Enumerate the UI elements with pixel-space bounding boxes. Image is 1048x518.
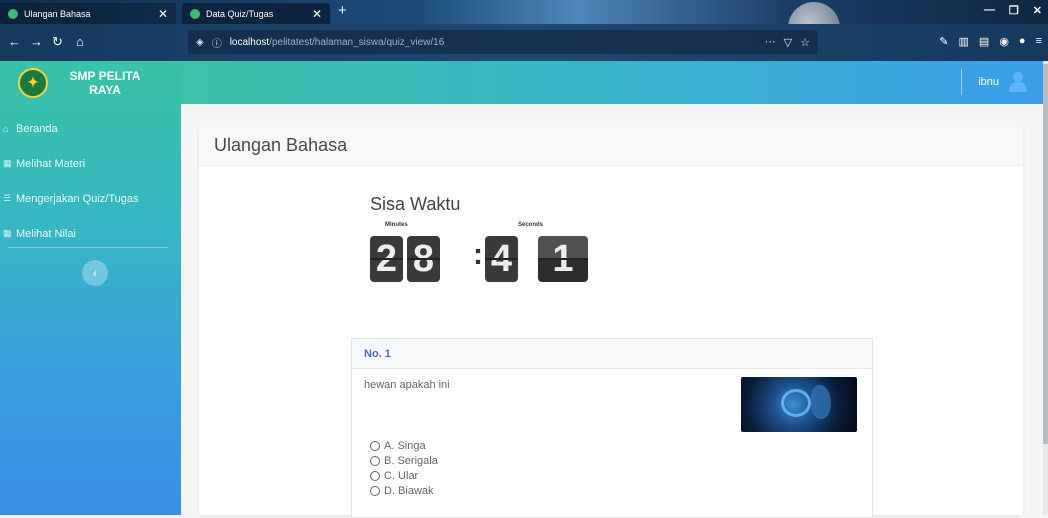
sidebar-item-melihat-materi[interactable]: ▦ Melihat Materi — [0, 146, 181, 181]
page-scrollbar-thumb[interactable] — [1043, 64, 1048, 444]
sidebar-item-label: Beranda — [16, 122, 58, 135]
minutes-label: Minutes — [385, 222, 408, 228]
page-actions-icon[interactable]: ··· — [765, 36, 776, 49]
close-window-icon[interactable]: ✕ — [1033, 4, 1042, 17]
username: ibnu — [978, 76, 999, 88]
brand[interactable]: ✦ SMP PELITA RAYA — [0, 61, 181, 104]
quiz-card: Ulangan Bahasa Sisa Waktu Minutes Second… — [199, 126, 1023, 518]
answer-option-label: D. Biawak — [384, 484, 434, 497]
back-icon[interactable]: ← — [8, 34, 21, 49]
favicon-icon — [8, 8, 18, 19]
close-tab-icon[interactable]: ✕ — [158, 7, 168, 21]
pocket-icon[interactable]: ▽ — [784, 36, 792, 49]
user-icon — [1009, 71, 1027, 93]
browser-tab-active[interactable]: Data Quiz/Tugas ✕ — [182, 3, 330, 24]
answer-option[interactable]: D. Biawak — [370, 483, 438, 498]
minimize-icon[interactable]: — — [984, 4, 995, 17]
answer-option-label: C. Ular — [384, 469, 419, 482]
reload-icon[interactable]: ↻ — [52, 34, 63, 50]
sidebar-item-beranda[interactable]: ⌂ Beranda — [0, 111, 181, 146]
question-card: No. 1 hewan apakah ini A. Singa B. Serig… — [351, 338, 873, 518]
radio-button[interactable] — [370, 455, 380, 466]
radio-button[interactable] — [370, 440, 380, 451]
table-icon: ▦ — [3, 158, 12, 168]
brand-name: SMP PELITA RAYA — [69, 68, 141, 97]
browser-toolbar-icons: ✎ ▥ ▤ ◉ ● ≡ — [939, 35, 1042, 48]
bookmark-star-icon[interactable]: ☆ — [800, 36, 810, 49]
forward-icon[interactable]: → — [30, 34, 43, 49]
browser-nav-bar: ← → ↻ ⌂ ◈ ⓘ localhost /pelitatest/halama… — [0, 24, 1048, 61]
sidebar-item-mengerjakan-quiz[interactable]: ☰ Mengerjakan Quiz/Tugas — [0, 181, 181, 216]
browser-tab[interactable]: Ulangan Bahasa ✕ — [0, 3, 176, 24]
page-title: Ulangan Bahasa — [214, 135, 348, 155]
sidebar: ✦ SMP PELITA RAYA ⌂ Beranda ▦ Melihat Ma… — [0, 61, 181, 515]
timer-colon: : — [473, 238, 483, 271]
answer-option-label: B. Serigala — [384, 454, 438, 467]
timer-digit-seconds-tens: 4 — [485, 236, 518, 282]
answer-option[interactable]: A. Singa — [370, 438, 438, 453]
answer-option-label: A. Singa — [384, 439, 426, 452]
list-icon: ☰ — [3, 193, 12, 203]
url-path: /pelitatest/halaman_siswa/quiz_view/16 — [269, 36, 445, 48]
wrench-icon[interactable]: ✎ — [939, 35, 948, 48]
browser-tab-title: Data Quiz/Tugas — [206, 8, 274, 19]
radio-button[interactable] — [370, 470, 380, 481]
answer-option[interactable]: B. Serigala — [370, 453, 438, 468]
card-header: Ulangan Bahasa — [199, 126, 1023, 166]
new-tab-icon[interactable]: + — [338, 2, 347, 19]
timer-digit-minutes-ones: 8 — [407, 236, 440, 282]
seconds-label: Seconds — [518, 222, 544, 228]
user-menu[interactable]: ibnu — [961, 69, 1027, 95]
browser-tab-title: Ulangan Bahasa — [24, 8, 91, 19]
close-tab-icon[interactable]: ✕ — [312, 7, 322, 21]
sidebar-divider — [8, 247, 168, 248]
account-icon[interactable]: ◉ — [999, 35, 1009, 48]
sidebar-item-melihat-nilai[interactable]: ▦ Melihat Nilai — [0, 216, 181, 251]
favicon-icon — [190, 8, 200, 19]
window-controls: — ❐ ✕ — [984, 4, 1042, 17]
info-icon[interactable]: ⓘ — [212, 35, 222, 50]
menu-icon[interactable]: ≡ — [1036, 35, 1042, 48]
shield-icon: ◈ — [196, 36, 204, 48]
home-icon: ⌂ — [3, 123, 9, 134]
radio-button[interactable] — [370, 485, 380, 496]
library-icon[interactable]: ▥ — [959, 35, 969, 48]
sidebar-item-label: Mengerjakan Quiz/Tugas — [16, 192, 139, 205]
maximize-icon[interactable]: ❐ — [1009, 4, 1019, 17]
table-icon: ▦ — [3, 228, 12, 238]
extension-icon[interactable]: ● — [1019, 35, 1026, 48]
sidebar-icon[interactable]: ▤ — [979, 35, 989, 48]
question-text: hewan apakah ini — [364, 379, 450, 391]
sidebar-item-label: Melihat Materi — [16, 157, 86, 170]
answer-option[interactable]: C. Ular — [370, 468, 438, 483]
topbar: ibnu — [181, 61, 1043, 104]
sidebar-toggle-button[interactable]: ‹ — [82, 260, 108, 286]
timer-title: Sisa Waktu — [370, 194, 461, 214]
sidebar-menu: ⌂ Beranda ▦ Melihat Materi ☰ Mengerjakan… — [0, 111, 181, 251]
home-icon[interactable]: ⌂ — [76, 34, 84, 49]
browser-tab-bar: Ulangan Bahasa ✕ Data Quiz/Tugas ✕ + — ❐… — [0, 0, 1048, 54]
question-image — [741, 377, 857, 432]
question-number: No. 1 — [352, 339, 872, 369]
chevron-left-icon: ‹ — [93, 266, 97, 280]
url-host: localhost — [229, 36, 270, 48]
url-bar[interactable]: ◈ ⓘ localhost /pelitatest/halaman_siswa/… — [188, 30, 818, 54]
sidebar-item-label: Melihat Nilai — [16, 227, 76, 240]
school-logo-icon: ✦ — [18, 67, 48, 98]
timer-digit-seconds-ones: 1 — [538, 236, 588, 282]
timer-digit-minutes-tens: 2 — [370, 236, 403, 282]
answer-options: A. Singa B. Serigala C. Ular D. Biawak — [370, 438, 438, 498]
